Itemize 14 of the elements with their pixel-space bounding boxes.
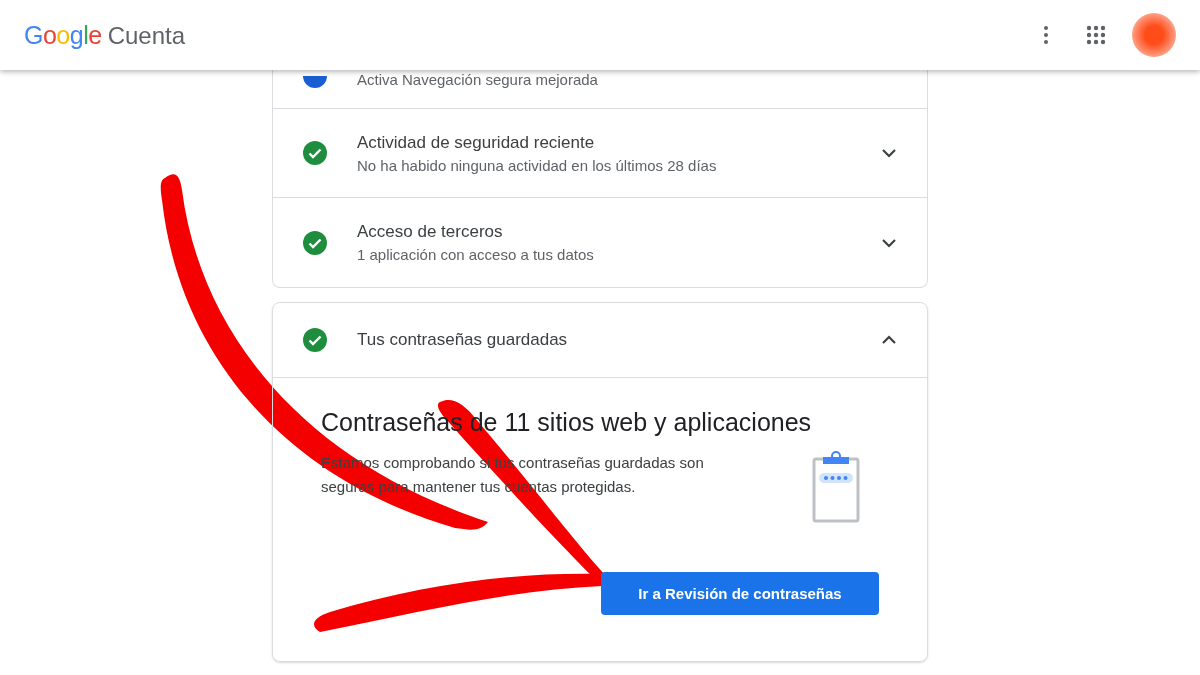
chevron-up-icon[interactable] [881,335,897,345]
clipboard-icon [811,451,861,523]
product-name: Cuenta [107,21,186,50]
password-checkup-button[interactable]: Ir a Revisión de contraseñas [601,572,879,615]
row-title[interactable]: Tus contraseñas guardadas [357,330,881,350]
chevron-down-icon[interactable] [881,237,897,248]
google-logo[interactable]: Google [24,20,102,50]
chevron-down-icon[interactable] [881,148,897,158]
row-title[interactable]: Acceso de terceros [357,222,881,242]
row-subtitle: 1 aplicación con acceso a tus datos [357,246,595,263]
row-subtitle: No ha habido ninguna actividad en los últimos 28 días [357,156,718,174]
account-avatar[interactable] [1132,13,1176,57]
row-subtitle: Activa Navegación segura mejorada [357,71,599,88]
row-title[interactable]: Actividad de seguridad reciente [357,132,881,153]
